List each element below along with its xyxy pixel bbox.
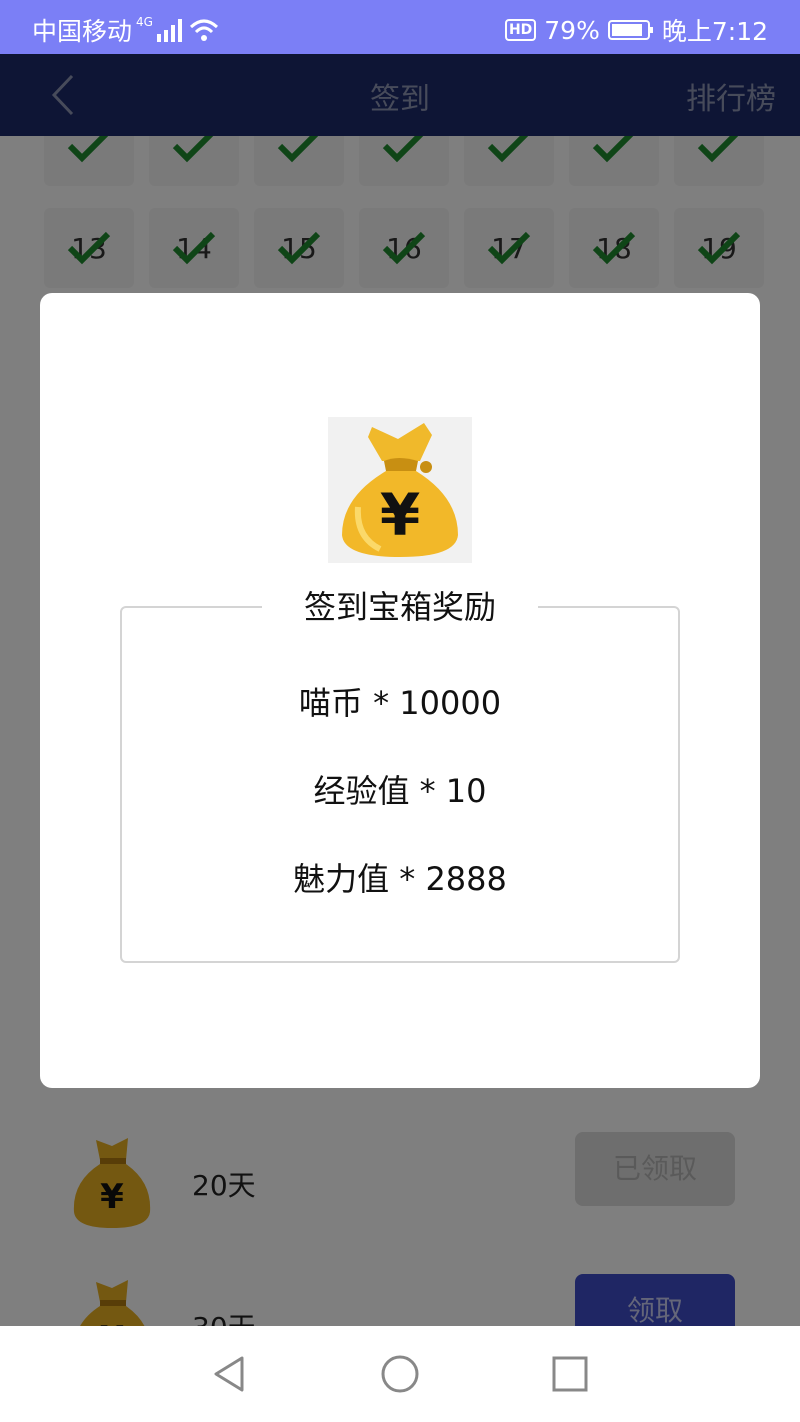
circle-home-icon[interactable]: [380, 1354, 420, 1394]
network-type-label: 4G: [136, 15, 153, 29]
hd-badge: HD: [504, 19, 537, 41]
battery-icon: [607, 20, 653, 40]
signal-icon: [156, 19, 182, 42]
reward-item-charm: 魅力值 * 2888: [293, 860, 507, 898]
reward-item-exp: 经验值 * 10: [313, 772, 487, 810]
status-left: 中国移动 4G: [32, 12, 219, 48]
reward-item-coins: 喵币 * 10000: [298, 684, 502, 722]
reward-box: 签到宝箱奖励 喵币 * 10000 经验值 * 10 魅力值 * 2888: [120, 582, 680, 963]
dialog-title: 签到宝箱奖励: [262, 582, 538, 632]
clock: 晚上7:12: [661, 17, 768, 46]
carrier-label: 中国移动: [32, 17, 133, 46]
triangle-back-icon[interactable]: [210, 1354, 250, 1394]
svg-text:¥: ¥: [380, 481, 420, 549]
status-right: HD 79% 晚上7:12: [504, 12, 768, 48]
money-bag-icon: ¥: [328, 417, 472, 563]
system-navigation-bar: [0, 1326, 800, 1422]
reward-dialog: ¥ 签到宝箱奖励 喵币 * 10000 经验值 * 10 魅力值 * 2888: [40, 293, 760, 1088]
battery-percent: 79%: [544, 15, 600, 45]
wifi-icon: [189, 19, 218, 41]
status-bar: 中国移动 4G HD 79% 晚上7:12: [0, 0, 800, 54]
square-recents-icon[interactable]: [550, 1354, 590, 1394]
